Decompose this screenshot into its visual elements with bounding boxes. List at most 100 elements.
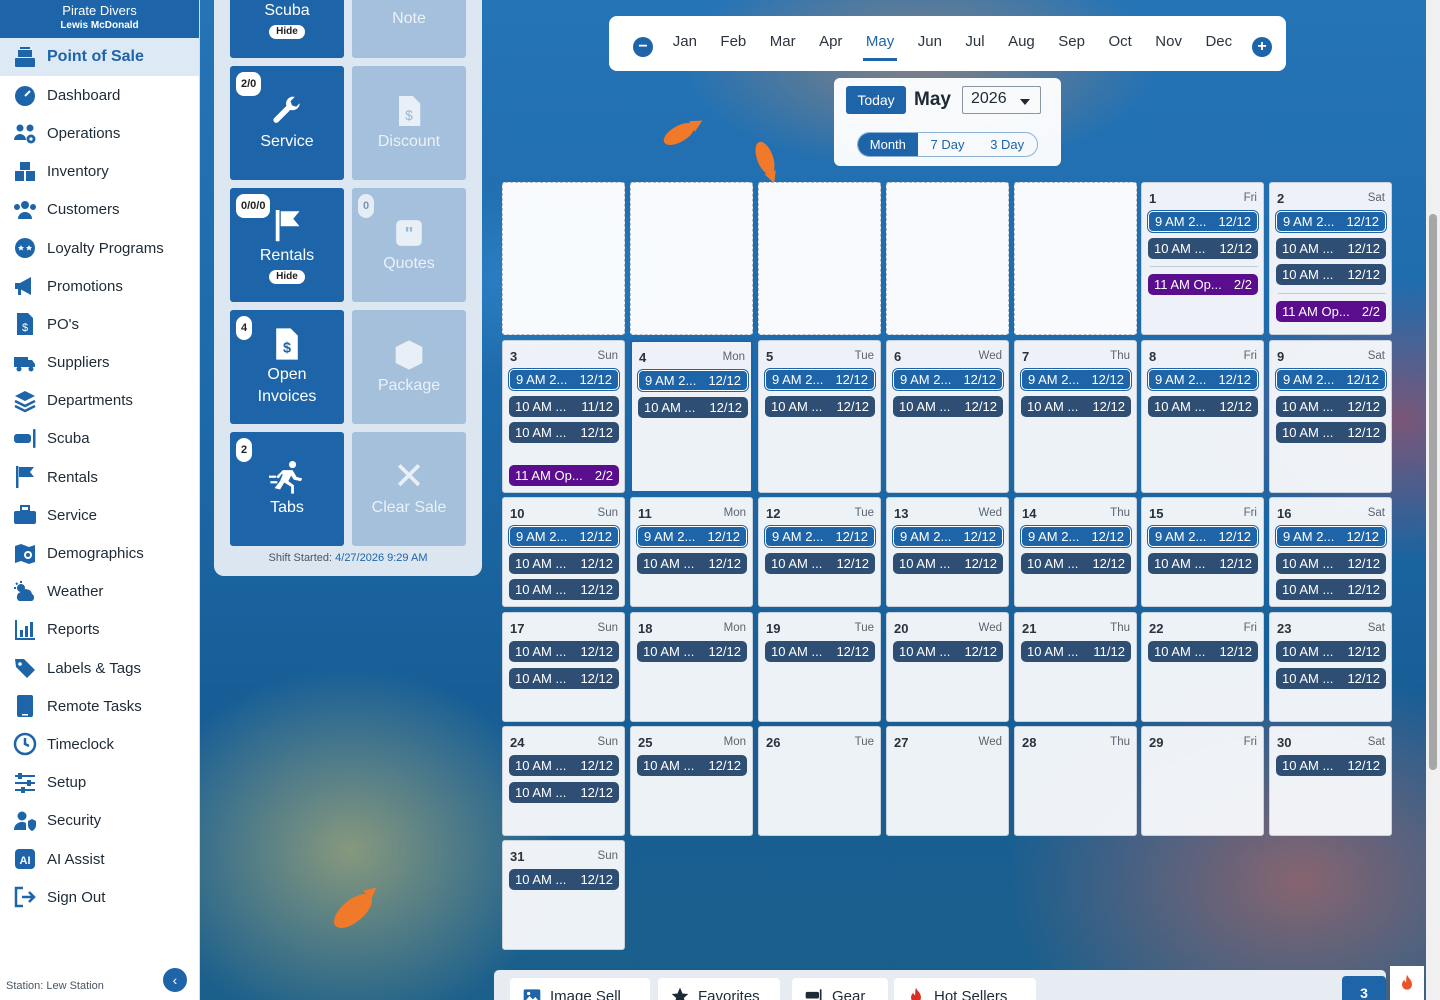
calendar-event[interactable]: 10 AM ... 12/12 [1276, 422, 1386, 443]
calendar-event[interactable]: 10 AM ... 12/12 [509, 869, 619, 890]
calendar-event[interactable]: 9 AM 2... 12/12 [508, 525, 620, 548]
calendar-event[interactable]: 9 AM 2... 12/12 [1275, 210, 1387, 233]
calendar-event[interactable]: 10 AM ... 11/12 [509, 395, 619, 417]
calendar-event[interactable]: 9 AM 2... 12/12 [764, 368, 876, 391]
today-button[interactable]: Today [846, 86, 906, 114]
calendar-event[interactable]: 10 AM ... 12/12 [1276, 237, 1386, 259]
calendar-day-cell[interactable]: 25 Mon 10 AM ... 12/12 [630, 726, 753, 836]
tile-package[interactable]: Package [352, 310, 466, 424]
sidebar-item-signout[interactable]: Sign Out [0, 878, 199, 916]
calendar-event[interactable]: 9 AM 2... 12/12 [1020, 368, 1132, 391]
month-dec[interactable]: Dec [1202, 27, 1235, 61]
calendar-day-cell[interactable]: 18 Mon 10 AM ... 12/12 [630, 612, 753, 722]
sidebar-item-service[interactable]: Service [0, 496, 199, 534]
sidebar-item-timeclock[interactable]: Timeclock [0, 725, 199, 763]
month-feb[interactable]: Feb [717, 27, 749, 61]
calendar-event[interactable]: 10 AM ... 12/12 [1148, 641, 1258, 662]
tile-clear-sale[interactable]: ✕ Clear Sale [352, 432, 466, 546]
calendar-event[interactable]: 9 AM 2... 12/12 [892, 368, 1004, 391]
calendar-day-cell[interactable]: 3 Sun 9 AM 2... 12/12 10 AM ... 11/12 10 AM ..… [502, 340, 625, 493]
calendar-event[interactable]: 9 AM 2... 12/12 [1275, 368, 1387, 391]
calendar-event[interactable]: 10 AM ... 12/12 [509, 422, 619, 443]
sidebar-item-reports[interactable]: Reports [0, 611, 199, 649]
calendar-day-cell[interactable]: 15 Fri 9 AM 2... 12/12 10 AM ... 12/12 [1141, 497, 1264, 607]
calendar-event[interactable]: 10 AM ... 12/12 [1148, 552, 1258, 574]
calendar-event[interactable]: 10 AM ... 12/12 [1276, 755, 1386, 776]
sidebar-item-demographics[interactable]: Demographics [0, 534, 199, 572]
calendar-event[interactable]: 10 AM ... 12/12 [509, 579, 619, 600]
calendar-day-cell[interactable]: 7 Thu 9 AM 2... 12/12 10 AM ... 12/12 [1014, 340, 1137, 493]
sidebar-item-suppliers[interactable]: Suppliers [0, 344, 199, 382]
calendar-day-cell[interactable]: 8 Fri 9 AM 2... 12/12 10 AM ... 12/12 [1141, 340, 1264, 493]
calendar-event[interactable]: 10 AM ... 12/12 [893, 552, 1003, 574]
month-aug[interactable]: Aug [1005, 27, 1038, 61]
sidebar-item-inventory[interactable]: Inventory [0, 153, 199, 191]
calendar-event[interactable]: 10 AM ... 12/12 [1276, 264, 1386, 285]
month-nov[interactable]: Nov [1152, 27, 1185, 61]
calendar-event[interactable]: 11 AM Op... 2/2 [1276, 300, 1386, 322]
sidebar-item-ai[interactable]: AI AI Assist [0, 840, 199, 878]
tab-hot-sellers[interactable]: Hot Sellers [894, 978, 1036, 1000]
sidebar-item-pos[interactable]: Point of Sale [0, 38, 199, 77]
calendar-event[interactable]: 10 AM ... 12/12 [1148, 395, 1258, 417]
hide-button[interactable]: Hide [269, 25, 305, 39]
calendar-day-cell[interactable]: 4 Mon 9 AM 2... 12/12 10 AM ... 12/12 [630, 340, 753, 493]
sidebar-item-loyalty[interactable]: Loyalty Programs [0, 229, 199, 267]
calendar-event[interactable]: 9 AM 2... 12/12 [892, 525, 1004, 548]
calendar-event[interactable]: 10 AM ... 11/12 [1021, 641, 1131, 662]
calendar-event[interactable]: 9 AM 2... 12/12 [508, 368, 620, 391]
sidebar-item-labels[interactable]: Labels & Tags [0, 649, 199, 687]
calendar-day-cell[interactable]: 29 Fri [1141, 726, 1264, 836]
calendar-day-cell[interactable]: 20 Wed 10 AM ... 12/12 [886, 612, 1009, 722]
tile-discount[interactable]: $ Discount [352, 66, 466, 180]
sidebar-item-promotions[interactable]: Promotions [0, 267, 199, 305]
calendar-event[interactable]: 10 AM ... 12/12 [893, 641, 1003, 662]
tab-gear[interactable]: Gear [792, 978, 888, 1000]
month-mar[interactable]: Mar [767, 27, 799, 61]
next-year-button[interactable]: + [1252, 36, 1272, 57]
calendar-event[interactable]: 10 AM ... 12/12 [637, 755, 747, 776]
view-7-day[interactable]: 7 Day [918, 133, 978, 156]
calendar-day-cell[interactable]: 30 Sat 10 AM ... 12/12 [1269, 726, 1392, 836]
year-select[interactable]: 2026 [962, 86, 1041, 114]
calendar-event[interactable]: 9 AM 2... 12/12 [1147, 525, 1259, 548]
calendar-event[interactable]: 10 AM ... 12/12 [509, 552, 619, 574]
shift-start-link[interactable]: 4/27/2026 9:29 AM [335, 552, 427, 564]
calendar-event[interactable]: 10 AM ... 12/12 [765, 552, 875, 574]
sidebar-item-security[interactable]: Security [0, 802, 199, 840]
sidebar-item-departments[interactable]: Departments [0, 382, 199, 420]
month-oct[interactable]: Oct [1105, 27, 1134, 61]
calendar-day-cell[interactable]: 12 Tue 9 AM 2... 12/12 10 AM ... 12/12 [758, 497, 881, 607]
tile-note[interactable]: Note [352, 0, 466, 58]
calendar-day-cell[interactable]: 31 Sun 10 AM ... 12/12 [502, 840, 625, 950]
calendar-event[interactable]: 10 AM ... 12/12 [509, 781, 619, 803]
month-jul[interactable]: Jul [962, 27, 987, 61]
sidebar-item-rentals[interactable]: Rentals [0, 458, 199, 496]
calendar-day-cell[interactable]: 10 Sun 9 AM 2... 12/12 10 AM ... 12/12 10 AM .… [502, 497, 625, 607]
cart-count-badge[interactable]: 3 [1342, 976, 1386, 1000]
calendar-event[interactable]: 9 AM 2... 12/12 [636, 525, 748, 548]
tile-rentals[interactable]: 0/0/0 Rentals Hide [230, 188, 344, 302]
calendar-day-cell[interactable]: 23 Sat 10 AM ... 12/12 10 AM ... 12/12 [1269, 612, 1392, 722]
calendar-event[interactable]: 10 AM ... 12/12 [1276, 552, 1386, 574]
calendar-event[interactable]: 11 AM Op... 2/2 [1148, 274, 1258, 295]
sidebar-item-setup[interactable]: Setup [0, 764, 199, 802]
calendar-day-cell[interactable]: 2 Sat 9 AM 2... 12/12 10 AM ... 12/12 10 AM ..… [1269, 182, 1392, 335]
month-jun[interactable]: Jun [915, 27, 945, 61]
calendar-day-cell[interactable]: 5 Tue 9 AM 2... 12/12 10 AM ... 12/12 [758, 340, 881, 493]
view-3-day[interactable]: 3 Day [977, 133, 1037, 156]
calendar-day-cell[interactable]: 14 Thu 9 AM 2... 12/12 10 AM ... 12/12 [1014, 497, 1137, 607]
calendar-event[interactable]: 10 AM ... 12/12 [765, 641, 875, 662]
page-scrollbar[interactable] [1426, 0, 1440, 1000]
calendar-event[interactable]: 9 AM 2... 12/12 [637, 369, 749, 392]
sidebar-item-customers[interactable]: Customers [0, 191, 199, 229]
tab-image-sell[interactable]: Image Sell [510, 978, 650, 1000]
calendar-event[interactable]: 10 AM ... 12/12 [1276, 579, 1386, 600]
calendar-day-cell[interactable]: 1 Fri 9 AM 2... 12/12 10 AM ... 12/12 11 AM Op… [1141, 182, 1264, 335]
sidebar-item-remote[interactable]: Remote Tasks [0, 687, 199, 725]
calendar-event[interactable]: 10 AM ... 12/12 [893, 395, 1003, 417]
calendar-event[interactable]: 9 AM 2... 12/12 [1020, 525, 1132, 548]
tile-open-invoices[interactable]: 4 $ Open Invoices [230, 310, 344, 424]
tile-tabs[interactable]: 2 Tabs [230, 432, 344, 546]
calendar-event[interactable]: 10 AM ... 12/12 [637, 552, 747, 574]
